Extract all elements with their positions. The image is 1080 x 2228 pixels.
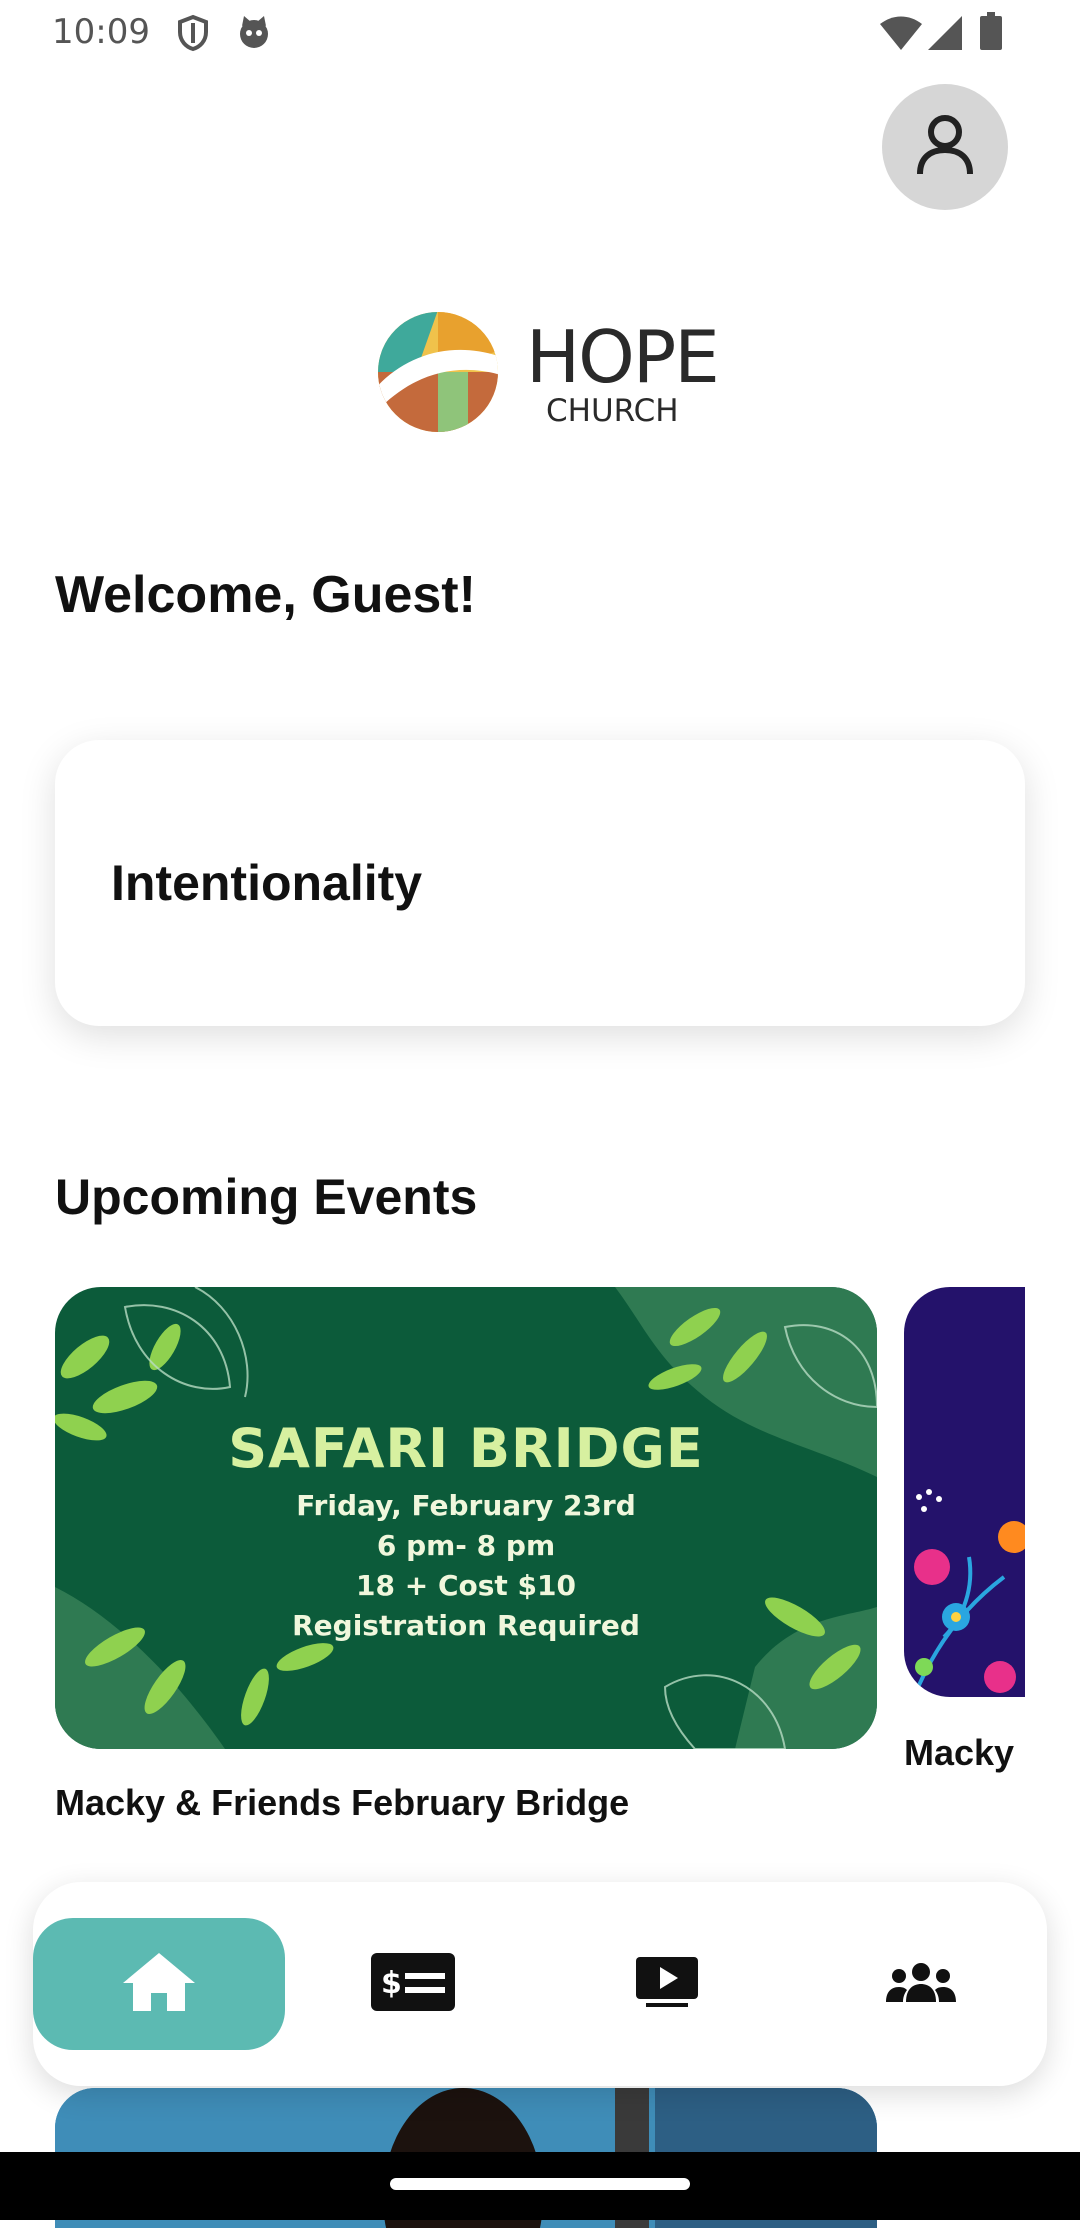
event-caption[interactable]: Macky & Friends February Bridge <box>55 1782 629 1824</box>
event-flyer: SAFARI BRIDGE Friday, February 23rd 6 pm… <box>55 1287 877 1749</box>
event-caption[interactable]: Macky <box>904 1732 1025 1774</box>
cat-icon <box>236 14 272 55</box>
highlight-card[interactable]: Intentionality <box>55 740 1025 1026</box>
profile-button[interactable] <box>882 84 1008 210</box>
event-card[interactable] <box>904 1287 1025 1697</box>
status-bar: 10:09 <box>0 0 1080 66</box>
bottom-navigation: $ <box>33 1882 1047 2086</box>
svg-text:$: $ <box>381 1966 402 2001</box>
flyer-line: 6 pm- 8 pm <box>376 1529 556 1562</box>
welcome-heading: Welcome, Guest! <box>55 566 476 624</box>
wifi-icon <box>880 16 922 55</box>
flyer-line: 18 + Cost $10 <box>356 1569 576 1602</box>
flyer-headline: SAFARI BRIDGE <box>228 1417 704 1480</box>
home-icon <box>121 1951 197 2018</box>
highlight-card-title: Intentionality <box>111 855 423 911</box>
battery-icon <box>980 12 1002 55</box>
status-time: 10:09 <box>52 12 150 52</box>
nav-giving[interactable]: $ <box>287 1918 539 2050</box>
flyer-line: Registration Required <box>292 1609 640 1642</box>
shield-icon <box>176 14 210 57</box>
logo-secondary-text: CHURCH <box>546 393 679 429</box>
flyer-line: Friday, February 23rd <box>296 1489 636 1522</box>
people-group-icon <box>886 1962 956 2007</box>
logo-primary-text: HOPE <box>526 315 720 399</box>
giving-card-icon: $ <box>371 1952 455 2016</box>
home-indicator[interactable] <box>390 2178 690 2190</box>
nav-home[interactable] <box>33 1918 285 2050</box>
video-play-icon <box>636 1956 698 2012</box>
logo-mark-icon <box>378 312 498 432</box>
church-logo: HOPE CHURCH <box>376 310 720 434</box>
person-icon <box>915 114 975 181</box>
upcoming-events-title: Upcoming Events <box>55 1169 478 1225</box>
flower-decoration-icon <box>912 1489 1025 1697</box>
nav-media[interactable] <box>541 1918 793 2050</box>
nav-community[interactable] <box>795 1918 1047 2050</box>
event-card[interactable]: SAFARI BRIDGE Friday, February 23rd 6 pm… <box>55 1287 877 1749</box>
signal-icon <box>928 16 962 55</box>
